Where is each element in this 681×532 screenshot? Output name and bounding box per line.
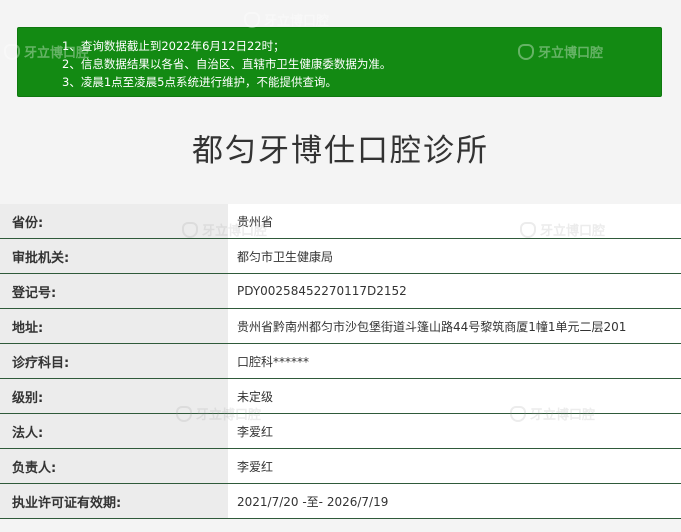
table-row: 登记号: PDY00258452270117D2152 xyxy=(0,274,681,309)
row-value: 李爱红 xyxy=(228,449,681,483)
tooth-logo-icon xyxy=(244,11,260,28)
row-value: 李爱红 xyxy=(228,414,681,448)
row-label: 审批机关: xyxy=(0,239,228,273)
table-row: 地址: 贵州省黔南州都匀市沙包堡街道斗篷山路44号黎筑商厦1幢1单元二层201 xyxy=(0,309,681,344)
page-title: 都匀牙博仕口腔诊所 xyxy=(192,133,489,169)
table-row: 法人: 李爱红 xyxy=(0,414,681,449)
row-label: 法人: xyxy=(0,414,228,448)
table-row: 执业许可证有效期: 2021/7/20 -至- 2026/7/19 xyxy=(0,484,681,519)
row-label: 地址: xyxy=(0,309,228,343)
notice-line: 3、凌晨1点至凌晨5点系统进行维护，不能提供查询。 xyxy=(62,75,337,89)
row-value: 口腔科****** xyxy=(228,344,681,378)
row-label: 负责人: xyxy=(0,449,228,483)
clinic-info-table: 省份: 贵州省 审批机关: 都匀市卫生健康局 登记号: PDY002584522… xyxy=(0,204,681,519)
row-value: 2021/7/20 -至- 2026/7/19 xyxy=(228,484,681,518)
notice-line: 2、信息数据结果以各省、自治区、直辖市卫生健康委数据为准。 xyxy=(62,57,392,71)
row-label: 登记号: xyxy=(0,274,228,308)
tooth-logo-icon xyxy=(4,43,20,60)
table-row: 审批机关: 都匀市卫生健康局 xyxy=(0,239,681,274)
table-row: 诊疗科目: 口腔科****** xyxy=(0,344,681,379)
table-row: 级别: 未定级 xyxy=(0,379,681,414)
row-label: 诊疗科目: xyxy=(0,344,228,378)
watermark: 牙立博口腔 xyxy=(244,10,329,29)
notice-line: 1、查询数据截止到2022年6月12日22时； xyxy=(62,39,285,53)
table-row: 省份: 贵州省 xyxy=(0,204,681,239)
row-label: 执业许可证有效期: xyxy=(0,484,228,518)
page: 1、查询数据截止到2022年6月12日22时； 2、信息数据结果以各省、自治区、… xyxy=(0,0,681,532)
row-value: 贵州省 xyxy=(228,204,681,238)
row-value: 未定级 xyxy=(228,379,681,413)
row-value: 贵州省黔南州都匀市沙包堡街道斗篷山路44号黎筑商厦1幢1单元二层201 xyxy=(228,309,681,343)
notice-banner: 1、查询数据截止到2022年6月12日22时； 2、信息数据结果以各省、自治区、… xyxy=(4,11,662,97)
row-label: 级别: xyxy=(0,379,228,413)
row-label: 省份: xyxy=(0,204,228,238)
table-row: 负责人: 李爱红 xyxy=(0,449,681,484)
row-value: PDY00258452270117D2152 xyxy=(228,274,681,308)
row-value: 都匀市卫生健康局 xyxy=(228,239,681,273)
